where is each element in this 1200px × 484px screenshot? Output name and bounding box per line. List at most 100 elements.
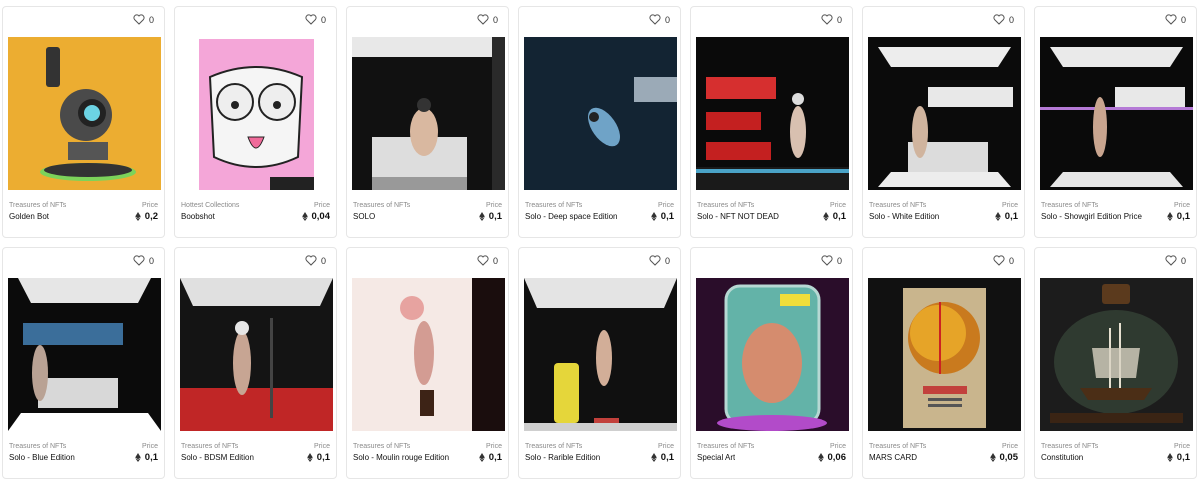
like-button[interactable]: 0 [821, 14, 842, 25]
like-count: 0 [1008, 255, 1014, 266]
like-button[interactable]: 0 [993, 255, 1014, 266]
like-button[interactable]: 0 [1165, 14, 1186, 25]
nft-card[interactable]: 0 Treasures of NFTs MARS CARD Price 0,05 [862, 247, 1025, 479]
price-label: Price [486, 202, 502, 209]
nft-name[interactable]: Solo - Rarible Edition [525, 453, 600, 462]
heart-icon [1165, 14, 1177, 25]
heart-icon [821, 14, 833, 25]
heart-icon [993, 14, 1005, 25]
nft-image[interactable] [180, 278, 333, 431]
eth-icon [650, 453, 657, 462]
nft-card[interactable]: 0 Treasures of NFTs Solo - Deep space Ed… [518, 6, 681, 238]
like-button[interactable]: 0 [993, 14, 1014, 25]
nft-image[interactable] [180, 37, 333, 190]
like-button[interactable]: 0 [1165, 255, 1186, 266]
nft-image[interactable] [352, 278, 505, 431]
nft-card[interactable]: 0 Treasures of NFTs SOLO Price 0,1 [346, 6, 509, 238]
price: 0,1 [650, 211, 674, 222]
price: 0,1 [478, 452, 502, 463]
price-label: Price [1002, 443, 1018, 450]
eth-icon [478, 453, 485, 462]
like-button[interactable]: 0 [649, 14, 670, 25]
eth-icon [478, 212, 485, 221]
nft-name[interactable]: Special Art [697, 453, 735, 462]
nft-card[interactable]: 0 Treasures of NFTs Solo - Rarible Editi… [518, 247, 681, 479]
like-count: 0 [492, 14, 498, 25]
like-button[interactable]: 0 [133, 14, 154, 25]
like-count: 0 [1008, 14, 1014, 25]
collection-name: Treasures of NFTs [9, 202, 67, 209]
collection-name: Treasures of NFTs [9, 443, 67, 450]
price-value: 0,1 [316, 452, 330, 463]
nft-name[interactable]: MARS CARD [869, 453, 917, 462]
nft-name[interactable]: Solo - Moulin rouge Edition [353, 453, 449, 462]
nft-image[interactable] [8, 278, 161, 431]
collection-name: Treasures of NFTs [525, 202, 583, 209]
price-value: 0,05 [999, 452, 1019, 463]
eth-icon [989, 453, 996, 462]
collection-name: Treasures of NFTs [869, 443, 927, 450]
nft-image[interactable] [696, 278, 849, 431]
nft-image[interactable] [524, 37, 677, 190]
nft-name[interactable]: Solo - White Edition [869, 212, 939, 221]
price-label: Price [1002, 202, 1018, 209]
price: 0,1 [1166, 211, 1190, 222]
price: 0,2 [134, 211, 158, 222]
nft-card[interactable]: 0 Treasures of NFTs Constitution Price 0… [1034, 247, 1197, 479]
nft-name[interactable]: Golden Bot [9, 212, 49, 221]
price: 0,1 [994, 211, 1018, 222]
nft-name[interactable]: Solo - NFT NOT DEAD [697, 212, 779, 221]
nft-image[interactable] [1040, 37, 1193, 190]
price-label: Price [658, 202, 674, 209]
nft-card[interactable]: 0 Treasures of NFTs Solo - Blue Edition … [2, 247, 165, 479]
nft-card[interactable]: 0 Treasures of NFTs Solo - Showgirl Edit… [1034, 6, 1197, 238]
nft-card[interactable]: 0 Treasures of NFTs Solo - White Edition… [862, 6, 1025, 238]
collection-name: Treasures of NFTs [353, 443, 411, 450]
like-count: 0 [1180, 14, 1186, 25]
price-value: 0,1 [144, 452, 158, 463]
nft-name[interactable]: Solo - BDSM Edition [181, 453, 254, 462]
nft-image[interactable] [8, 37, 161, 190]
nft-name[interactable]: SOLO [353, 212, 375, 221]
nft-name[interactable]: Boobshot [181, 212, 215, 221]
price-label: Price [658, 443, 674, 450]
like-count: 0 [664, 14, 670, 25]
price-label: Price [142, 202, 158, 209]
nft-card[interactable]: 0 Hottest Collections Boobshot Price 0,0… [174, 6, 337, 238]
like-count: 0 [492, 255, 498, 266]
nft-card[interactable]: 0 Treasures of NFTs Solo - Moulin rouge … [346, 247, 509, 479]
heart-icon [477, 255, 489, 266]
like-button[interactable]: 0 [477, 255, 498, 266]
nft-image[interactable] [868, 278, 1021, 431]
nft-card[interactable]: 0 Treasures of NFTs Golden Bot Price 0,2 [2, 6, 165, 238]
nft-card[interactable]: 0 Treasures of NFTs Solo - BDSM Edition … [174, 247, 337, 479]
nft-image[interactable] [868, 37, 1021, 190]
nft-card[interactable]: 0 Treasures of NFTs Special Art Price 0,… [690, 247, 853, 479]
price-value: 0,2 [144, 211, 158, 222]
nft-name[interactable]: Solo - Deep space Edition [525, 212, 618, 221]
like-button[interactable]: 0 [649, 255, 670, 266]
nft-name[interactable]: Solo - Showgirl Edition Price [1041, 212, 1142, 221]
nft-name[interactable]: Solo - Blue Edition [9, 453, 75, 462]
like-button[interactable]: 0 [477, 14, 498, 25]
price-value: 0,1 [1176, 211, 1190, 222]
like-button[interactable]: 0 [133, 255, 154, 266]
nft-image[interactable] [524, 278, 677, 431]
eth-icon [301, 212, 308, 221]
collection-name: Treasures of NFTs [697, 202, 755, 209]
like-button[interactable]: 0 [305, 255, 326, 266]
price-value: 0,1 [660, 452, 674, 463]
nft-image[interactable] [696, 37, 849, 190]
nft-card[interactable]: 0 Treasures of NFTs Solo - NFT NOT DEAD … [690, 6, 853, 238]
collection-name: Treasures of NFTs [353, 202, 411, 209]
like-button[interactable]: 0 [821, 255, 842, 266]
like-button[interactable]: 0 [305, 14, 326, 25]
nft-name[interactable]: Constitution [1041, 453, 1083, 462]
collection-name: Treasures of NFTs [181, 443, 239, 450]
nft-image[interactable] [352, 37, 505, 190]
like-count: 0 [664, 255, 670, 266]
nft-image[interactable] [1040, 278, 1193, 431]
price-label: Price [314, 202, 330, 209]
price-value: 0,1 [488, 452, 502, 463]
heart-icon [133, 255, 145, 266]
